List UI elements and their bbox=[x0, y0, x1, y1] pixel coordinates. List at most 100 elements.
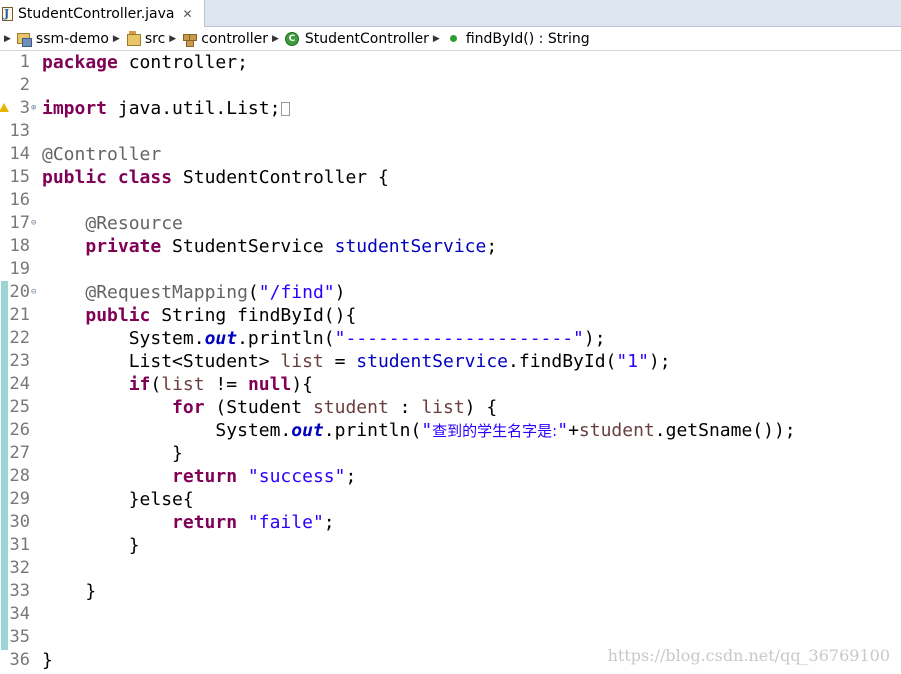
code-token: out bbox=[204, 328, 238, 349]
line-number: 13 bbox=[9, 121, 30, 141]
package-icon bbox=[182, 31, 198, 47]
code-line: private StudentService studentService; bbox=[42, 235, 497, 258]
code-token: ); bbox=[648, 351, 671, 372]
breadcrumb-label: findById() : String bbox=[465, 30, 590, 47]
line-number: 18 bbox=[9, 236, 30, 256]
code-token: } bbox=[42, 650, 53, 671]
code-token: ; bbox=[323, 512, 335, 533]
code-token: ); bbox=[583, 328, 606, 349]
code-token: return bbox=[172, 512, 238, 533]
code-line: }else{ bbox=[42, 488, 194, 511]
code-token: ; bbox=[345, 466, 357, 487]
watermark: https://blog.csdn.net/qq_36769100 bbox=[607, 646, 890, 665]
line-number: 28 bbox=[9, 466, 30, 486]
breadcrumb-class[interactable]: C StudentController bbox=[284, 30, 429, 47]
line-number: 19 bbox=[9, 259, 30, 279]
code-token: " bbox=[421, 420, 433, 441]
code-token: } bbox=[42, 581, 97, 602]
line-number: 36 bbox=[9, 650, 30, 670]
code-token: for bbox=[172, 397, 205, 418]
code-token: 查到的学生名字是: bbox=[432, 422, 558, 440]
code-line: } bbox=[42, 649, 53, 672]
code-token: list bbox=[280, 351, 324, 372]
line-number: 3 bbox=[19, 98, 30, 118]
breadcrumb-label: StudentController bbox=[304, 30, 429, 47]
code-token: list bbox=[161, 374, 205, 395]
breadcrumb-method[interactable]: findById() : String bbox=[446, 31, 590, 47]
code-token: private bbox=[85, 236, 162, 257]
code-token: ) { bbox=[464, 397, 498, 418]
code-token: System. bbox=[42, 328, 205, 349]
chevron-right-icon: ▶ bbox=[272, 33, 279, 44]
code-token: list bbox=[421, 397, 465, 418]
breadcrumb-project[interactable]: ssm-demo bbox=[16, 31, 109, 47]
code-token: public bbox=[85, 305, 151, 326]
code-token: ) bbox=[334, 282, 346, 303]
code-token: student bbox=[578, 420, 655, 441]
chevron-right-icon: ▶ bbox=[169, 33, 177, 44]
collapse-fold-icon[interactable]: ⊖ bbox=[31, 219, 36, 228]
line-number: 32 bbox=[9, 558, 30, 578]
code-line: System.out.println("查到的学生名字是:"+student.g… bbox=[42, 419, 796, 442]
code-token: } bbox=[42, 443, 183, 464]
line-number: 24 bbox=[9, 374, 30, 394]
line-number: 2 bbox=[19, 75, 30, 95]
editor-tab-studentcontroller[interactable]: J StudentController.java ✕ bbox=[0, 0, 205, 27]
code-token: .println( bbox=[323, 420, 422, 441]
code-token: "faile" bbox=[247, 512, 324, 533]
code-line: return "success"; bbox=[42, 465, 356, 488]
line-number: 14 bbox=[9, 144, 30, 164]
code-token: .getSname()); bbox=[654, 420, 796, 441]
code-line: if(list != null){ bbox=[42, 373, 313, 396]
line-number: 20 bbox=[9, 282, 30, 302]
warning-icon[interactable] bbox=[0, 103, 9, 112]
code-token: ){ bbox=[291, 374, 313, 395]
code-line: System.out.println("--------------------… bbox=[42, 327, 606, 350]
code-line: import java.util.List; bbox=[42, 97, 291, 120]
code-text-area[interactable]: package controller; import java.util.List… bbox=[40, 51, 901, 674]
code-token: } bbox=[42, 535, 140, 556]
java-file-icon: J bbox=[2, 6, 15, 22]
chevron-right-icon: ▶ bbox=[4, 33, 11, 44]
tab-title: StudentController.java bbox=[18, 5, 175, 22]
code-token: return bbox=[172, 466, 238, 487]
breadcrumb-src[interactable]: src bbox=[126, 31, 165, 47]
code-token: (Student bbox=[204, 397, 313, 418]
line-number: 21 bbox=[9, 305, 30, 325]
line-number-ruler[interactable]: 1 2 3 ⊕ 13 14 15 16 17 ⊖ 18 19 20 ⊖ 21 22 23 24 25 26 27 28 29… bbox=[0, 51, 40, 674]
line-number: 17 bbox=[9, 213, 30, 233]
collapse-fold-icon[interactable]: ⊖ bbox=[31, 288, 36, 297]
code-token: "1" bbox=[616, 351, 649, 372]
code-token: class bbox=[117, 167, 173, 188]
editor-tab-bar: J StudentController.java ✕ bbox=[0, 0, 901, 27]
code-token: List<Student> bbox=[42, 351, 281, 372]
code-token: ; bbox=[486, 236, 498, 257]
code-line: } bbox=[42, 442, 183, 465]
code-token: if bbox=[128, 374, 151, 395]
code-line: package controller; bbox=[42, 51, 248, 74]
close-tab-icon[interactable]: ✕ bbox=[182, 7, 192, 21]
code-token: "success" bbox=[247, 466, 346, 487]
code-line: @Resource bbox=[42, 212, 183, 235]
code-token: ( bbox=[247, 282, 259, 303]
code-editor[interactable]: 1 2 3 ⊕ 13 14 15 16 17 ⊖ 18 19 20 ⊖ 21 22 23 24 25 26 27 28 29… bbox=[0, 51, 901, 674]
expand-fold-icon[interactable]: ⊕ bbox=[31, 104, 36, 113]
code-token: + bbox=[568, 420, 579, 441]
code-token: StudentService bbox=[161, 236, 335, 257]
method-icon bbox=[449, 35, 457, 42]
collapsed-imports-icon[interactable] bbox=[281, 102, 291, 116]
code-line: return "faile"; bbox=[42, 511, 335, 534]
code-token: student bbox=[312, 397, 389, 418]
breadcrumb-package[interactable]: controller bbox=[182, 31, 268, 47]
code-token: != bbox=[204, 374, 248, 395]
change-ruler-bar bbox=[1, 281, 8, 650]
line-number: 33 bbox=[9, 581, 30, 601]
